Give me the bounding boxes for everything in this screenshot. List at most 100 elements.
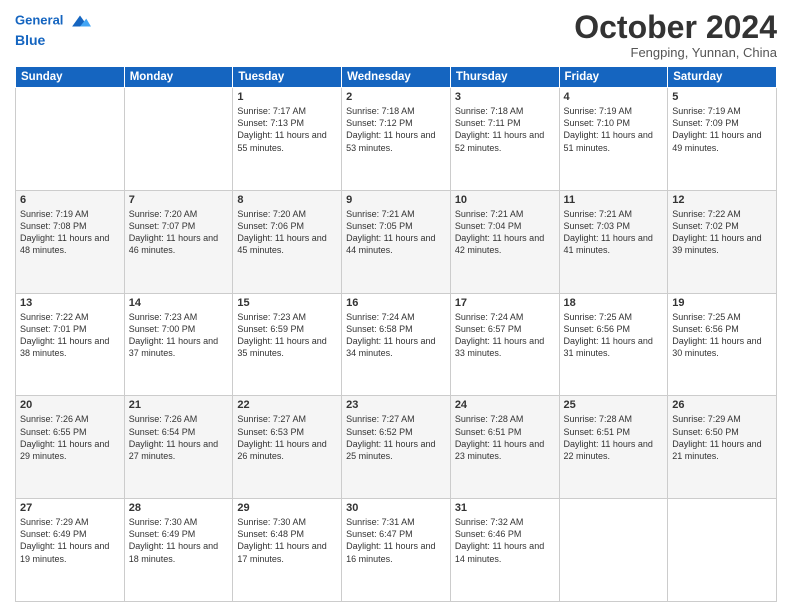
day-info: Sunrise: 7:20 AM Sunset: 7:06 PM Dayligh… bbox=[237, 208, 337, 257]
day-cell: 6Sunrise: 7:19 AM Sunset: 7:08 PM Daylig… bbox=[16, 190, 125, 293]
weekday-header-friday: Friday bbox=[559, 67, 668, 88]
day-info: Sunrise: 7:21 AM Sunset: 7:05 PM Dayligh… bbox=[346, 208, 446, 257]
logo-icon bbox=[69, 10, 91, 32]
day-number: 24 bbox=[455, 399, 555, 411]
week-row-2: 6Sunrise: 7:19 AM Sunset: 7:08 PM Daylig… bbox=[16, 190, 777, 293]
logo-blue-text: Blue bbox=[15, 32, 91, 49]
day-number: 20 bbox=[20, 399, 120, 411]
day-info: Sunrise: 7:32 AM Sunset: 6:46 PM Dayligh… bbox=[455, 516, 555, 565]
day-number: 31 bbox=[455, 502, 555, 514]
day-number: 26 bbox=[672, 399, 772, 411]
day-info: Sunrise: 7:23 AM Sunset: 6:59 PM Dayligh… bbox=[237, 311, 337, 360]
day-info: Sunrise: 7:27 AM Sunset: 6:52 PM Dayligh… bbox=[346, 413, 446, 462]
day-cell bbox=[124, 88, 233, 191]
weekday-header-saturday: Saturday bbox=[668, 67, 777, 88]
day-info: Sunrise: 7:30 AM Sunset: 6:49 PM Dayligh… bbox=[129, 516, 229, 565]
day-info: Sunrise: 7:18 AM Sunset: 7:11 PM Dayligh… bbox=[455, 105, 555, 154]
week-row-3: 13 Sunrise: 7:22 AM Sunset: 7:01 PM Dayli… bbox=[16, 293, 777, 396]
day-cell: 18 Sunrise: 7:25 AM Sunset: 6:56 PM Dayli… bbox=[559, 293, 668, 396]
day-cell: 13 Sunrise: 7:22 AM Sunset: 7:01 PM Dayli… bbox=[16, 293, 125, 396]
day-info: Sunrise: 7:19 AM Sunset: 7:10 PM Dayligh… bbox=[564, 105, 664, 154]
logo-text: General bbox=[15, 10, 91, 32]
day-cell: 11 Sunrise: 7:21 AM Sunset: 7:03 PM Dayli… bbox=[559, 190, 668, 293]
weekday-header-tuesday: Tuesday bbox=[233, 67, 342, 88]
day-info: Sunrise: 7:17 AM Sunset: 7:13 PM Dayligh… bbox=[237, 105, 337, 154]
day-info: Sunrise: 7:21 AM Sunset: 7:04 PM Dayligh… bbox=[455, 208, 555, 257]
day-cell: 17 Sunrise: 7:24 AM Sunset: 6:57 PM Dayli… bbox=[450, 293, 559, 396]
day-cell: 9 Sunrise: 7:21 AM Sunset: 7:05 PM Daylig… bbox=[342, 190, 451, 293]
weekday-header-wednesday: Wednesday bbox=[342, 67, 451, 88]
day-number: 16 bbox=[346, 297, 446, 309]
day-number: 7 bbox=[129, 194, 229, 206]
day-cell: 19 Sunrise: 7:25 AM Sunset: 6:56 PM Dayli… bbox=[668, 293, 777, 396]
day-cell: 16 Sunrise: 7:24 AM Sunset: 6:58 PM Dayli… bbox=[342, 293, 451, 396]
day-number: 13 bbox=[20, 297, 120, 309]
day-number: 15 bbox=[237, 297, 337, 309]
day-cell: 25 Sunrise: 7:28 AM Sunset: 6:51 PM Dayli… bbox=[559, 396, 668, 499]
day-number: 10 bbox=[455, 194, 555, 206]
title-area: October 2024 Fengping, Yunnan, China bbox=[574, 10, 777, 60]
day-cell: 22 Sunrise: 7:27 AM Sunset: 6:53 PM Dayli… bbox=[233, 396, 342, 499]
location: Fengping, Yunnan, China bbox=[574, 45, 777, 60]
day-number: 22 bbox=[237, 399, 337, 411]
day-cell: 3 Sunrise: 7:18 AM Sunset: 7:11 PM Daylig… bbox=[450, 88, 559, 191]
day-cell: 27 Sunrise: 7:29 AM Sunset: 6:49 PM Dayli… bbox=[16, 499, 125, 602]
day-number: 23 bbox=[346, 399, 446, 411]
weekday-header-sunday: Sunday bbox=[16, 67, 125, 88]
day-cell bbox=[668, 499, 777, 602]
day-info: Sunrise: 7:24 AM Sunset: 6:58 PM Dayligh… bbox=[346, 311, 446, 360]
day-number: 18 bbox=[564, 297, 664, 309]
day-number: 30 bbox=[346, 502, 446, 514]
day-info: Sunrise: 7:21 AM Sunset: 7:03 PM Dayligh… bbox=[564, 208, 664, 257]
day-cell bbox=[16, 88, 125, 191]
day-number: 19 bbox=[672, 297, 772, 309]
day-info: Sunrise: 7:20 AM Sunset: 7:07 PM Dayligh… bbox=[129, 208, 229, 257]
day-number: 9 bbox=[346, 194, 446, 206]
weekday-header-row: SundayMondayTuesdayWednesdayThursdayFrid… bbox=[16, 67, 777, 88]
header: General Blue October 2024 Fengping, Yunn… bbox=[15, 10, 777, 60]
day-info: Sunrise: 7:23 AM Sunset: 7:00 PM Dayligh… bbox=[129, 311, 229, 360]
day-info: Sunrise: 7:29 AM Sunset: 6:49 PM Dayligh… bbox=[20, 516, 120, 565]
day-info: Sunrise: 7:25 AM Sunset: 6:56 PM Dayligh… bbox=[672, 311, 772, 360]
day-number: 25 bbox=[564, 399, 664, 411]
day-number: 29 bbox=[237, 502, 337, 514]
day-number: 21 bbox=[129, 399, 229, 411]
day-info: Sunrise: 7:26 AM Sunset: 6:54 PM Dayligh… bbox=[129, 413, 229, 462]
day-cell: 30 Sunrise: 7:31 AM Sunset: 6:47 PM Dayli… bbox=[342, 499, 451, 602]
day-info: Sunrise: 7:24 AM Sunset: 6:57 PM Dayligh… bbox=[455, 311, 555, 360]
day-cell: 4 Sunrise: 7:19 AM Sunset: 7:10 PM Daylig… bbox=[559, 88, 668, 191]
day-cell: 10 Sunrise: 7:21 AM Sunset: 7:04 PM Dayli… bbox=[450, 190, 559, 293]
day-cell: 29Sunrise: 7:30 AM Sunset: 6:48 PM Dayli… bbox=[233, 499, 342, 602]
day-cell: 26Sunrise: 7:29 AM Sunset: 6:50 PM Dayli… bbox=[668, 396, 777, 499]
day-info: Sunrise: 7:26 AM Sunset: 6:55 PM Dayligh… bbox=[20, 413, 120, 462]
day-info: Sunrise: 7:18 AM Sunset: 7:12 PM Dayligh… bbox=[346, 105, 446, 154]
day-cell: 2 Sunrise: 7:18 AM Sunset: 7:12 PM Daylig… bbox=[342, 88, 451, 191]
day-cell: 5Sunrise: 7:19 AM Sunset: 7:09 PM Daylig… bbox=[668, 88, 777, 191]
day-number: 4 bbox=[564, 91, 664, 103]
day-info: Sunrise: 7:25 AM Sunset: 6:56 PM Dayligh… bbox=[564, 311, 664, 360]
day-cell: 15 Sunrise: 7:23 AM Sunset: 6:59 PM Dayli… bbox=[233, 293, 342, 396]
day-info: Sunrise: 7:19 AM Sunset: 7:09 PM Dayligh… bbox=[672, 105, 772, 154]
day-cell: 12Sunrise: 7:22 AM Sunset: 7:02 PM Dayli… bbox=[668, 190, 777, 293]
day-info: Sunrise: 7:27 AM Sunset: 6:53 PM Dayligh… bbox=[237, 413, 337, 462]
day-info: Sunrise: 7:28 AM Sunset: 6:51 PM Dayligh… bbox=[455, 413, 555, 462]
day-number: 17 bbox=[455, 297, 555, 309]
day-number: 11 bbox=[564, 194, 664, 206]
day-cell: 1 Sunrise: 7:17 AM Sunset: 7:13 PM Daylig… bbox=[233, 88, 342, 191]
day-number: 8 bbox=[237, 194, 337, 206]
day-cell: 14 Sunrise: 7:23 AM Sunset: 7:00 PM Dayli… bbox=[124, 293, 233, 396]
logo: General Blue bbox=[15, 10, 91, 49]
day-info: Sunrise: 7:22 AM Sunset: 7:01 PM Dayligh… bbox=[20, 311, 120, 360]
day-cell: 21 Sunrise: 7:26 AM Sunset: 6:54 PM Dayli… bbox=[124, 396, 233, 499]
day-cell: 20 Sunrise: 7:26 AM Sunset: 6:55 PM Dayli… bbox=[16, 396, 125, 499]
calendar-table: SundayMondayTuesdayWednesdayThursdayFrid… bbox=[15, 66, 777, 602]
day-info: Sunrise: 7:28 AM Sunset: 6:51 PM Dayligh… bbox=[564, 413, 664, 462]
day-number: 2 bbox=[346, 91, 446, 103]
day-number: 3 bbox=[455, 91, 555, 103]
day-number: 14 bbox=[129, 297, 229, 309]
day-cell: 7 Sunrise: 7:20 AM Sunset: 7:07 PM Daylig… bbox=[124, 190, 233, 293]
day-info: Sunrise: 7:31 AM Sunset: 6:47 PM Dayligh… bbox=[346, 516, 446, 565]
week-row-1: 1 Sunrise: 7:17 AM Sunset: 7:13 PM Daylig… bbox=[16, 88, 777, 191]
day-number: 27 bbox=[20, 502, 120, 514]
day-number: 1 bbox=[237, 91, 337, 103]
